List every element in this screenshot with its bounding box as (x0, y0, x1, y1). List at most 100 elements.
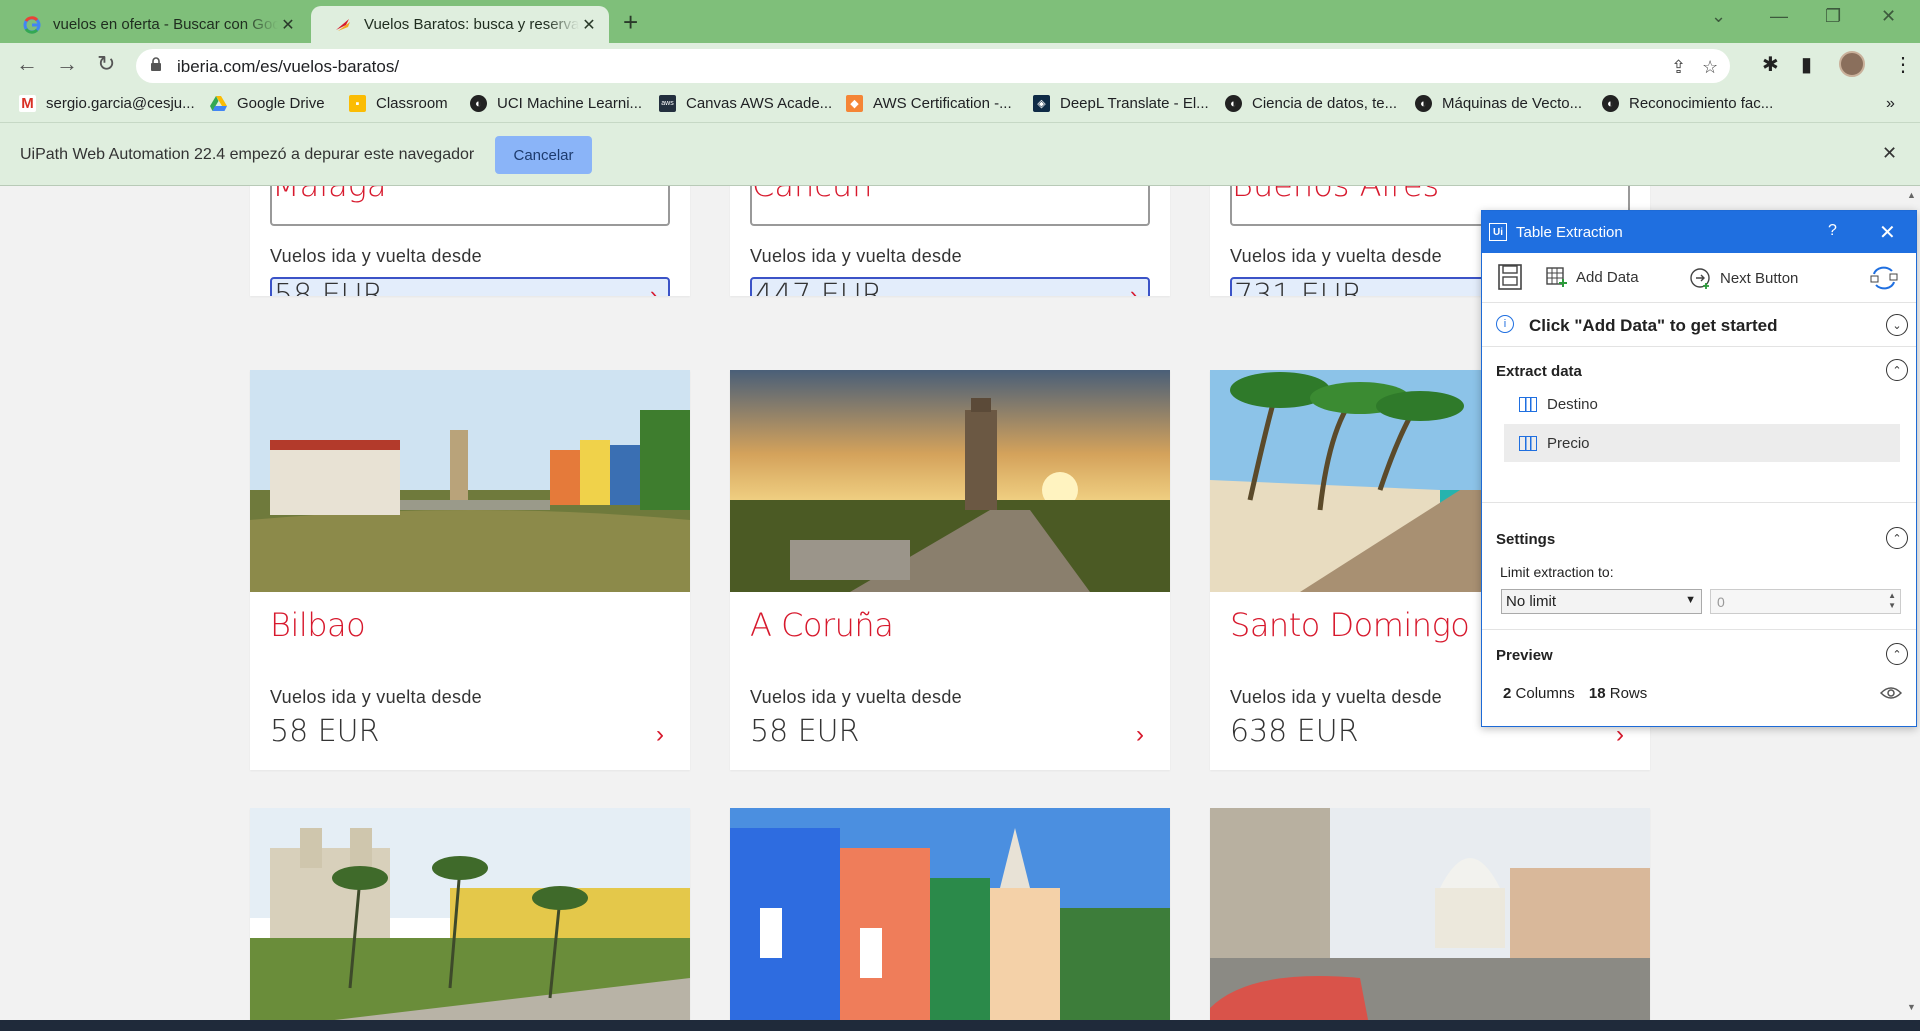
chevron-right-icon[interactable]: › (656, 721, 664, 749)
save-icon[interactable] (1498, 264, 1522, 290)
close-icon[interactable]: ✕ (1882, 143, 1897, 164)
city-name-box: Cancún (750, 186, 1150, 226)
limit-number-input[interactable]: 0 ▲ ▼ (1710, 589, 1901, 614)
price: 58 EUR (750, 714, 860, 749)
scroll-down-icon[interactable]: ▼ (1907, 1002, 1916, 1012)
destination-card[interactable]: Cancún Vuelos ida y vuelta desde 447 EUR… (730, 186, 1170, 296)
chevron-right-icon[interactable]: › (1136, 721, 1144, 749)
destination-card[interactable] (250, 808, 690, 1020)
chevron-right-icon[interactable]: › (1130, 282, 1137, 296)
bookmark-label: Máquinas de Vecto... (1442, 95, 1583, 112)
close-window-icon[interactable]: ✕ (1881, 6, 1896, 27)
back-icon[interactable]: ← (16, 51, 38, 77)
price: 731 EUR (1234, 278, 1363, 296)
panel-toolbar: Add Data Next Button (1482, 253, 1916, 303)
browser-toolbar: ← → ↻ iberia.com/es/vuelos-baratos/ ⇪ ☆ … (0, 43, 1920, 88)
from-label: Vuelos ida y vuelta desde (1230, 687, 1442, 707)
table-extraction-panel: Ui Table Extraction ? ✕ Add Data Next Bu… (1481, 210, 1917, 727)
close-icon[interactable]: ✕ (1879, 220, 1896, 245)
close-icon[interactable]: ✕ (579, 15, 599, 35)
bilbao-image (250, 370, 690, 592)
chevron-right-icon[interactable]: › (650, 282, 657, 296)
city-name: Bilbao (270, 606, 366, 644)
from-label: Vuelos ida y vuelta desde (750, 687, 962, 707)
section-title: Preview (1496, 647, 1553, 664)
column-item-destino[interactable]: Destino (1504, 385, 1900, 423)
chevron-down-icon[interactable]: ⌄ (1886, 314, 1908, 336)
bookmark-gmail[interactable]: M sergio.garcia@cesju... (19, 95, 195, 112)
help-icon[interactable]: ? (1828, 222, 1837, 240)
bookmark-ciencia[interactable]: ◐ Ciencia de datos, te... (1225, 95, 1397, 112)
bookmark-maquinas[interactable]: ◐ Máquinas de Vecto... (1415, 95, 1582, 112)
restore-icon[interactable]: ❐ (1825, 6, 1841, 27)
eye-icon[interactable] (1879, 685, 1903, 706)
close-icon[interactable]: ✕ (278, 15, 298, 35)
menu-icon[interactable]: ⋮ (1893, 52, 1913, 77)
column-item-precio[interactable]: Precio (1504, 424, 1900, 462)
new-tab-icon[interactable]: + (623, 7, 638, 38)
a-coruna-image (730, 370, 1170, 592)
destination-card[interactable]: A Coruña Vuelos ida y vuelta desde 58 EU… (730, 370, 1170, 770)
taskbar (0, 1020, 1920, 1031)
price-box[interactable]: 58 EUR › (270, 277, 670, 296)
address-bar[interactable]: iberia.com/es/vuelos-baratos/ ⇪ ☆ (136, 49, 1730, 83)
tab-title: vuelos en oferta - Buscar con Google (53, 16, 278, 33)
limit-value: No limit (1506, 593, 1557, 610)
cube-icon: ◆ (846, 95, 863, 112)
bookmark-label: Canvas AWS Acade... (686, 95, 833, 112)
colonial-street-image (730, 808, 1170, 1020)
bookmarks-bar: M sergio.garcia@cesju... Google Drive ▪ … (0, 88, 1920, 122)
destination-card[interactable]: Málaga Vuelos ida y vuelta desde 58 EUR … (250, 186, 690, 296)
limit-select[interactable]: No limit ▼ (1501, 589, 1702, 614)
price-box[interactable]: 447 EUR › (750, 277, 1150, 296)
tab-search-icon[interactable]: ⌄ (1711, 6, 1726, 27)
price: 58 EUR (270, 714, 380, 749)
hint-row: i Click "Add Data" to get started ⌄ (1482, 303, 1916, 347)
lima-image (250, 808, 690, 1020)
spinner-icon[interactable]: ▲ ▼ (1888, 591, 1896, 611)
more-bookmarks-icon[interactable]: » (1886, 95, 1895, 113)
columns-label: Columns (1515, 685, 1575, 702)
chevron-up-icon[interactable]: ⌃ (1886, 359, 1908, 381)
avatar[interactable] (1839, 51, 1865, 77)
city-name: Málaga (272, 186, 387, 204)
scroll-up-icon[interactable]: ▲ (1907, 190, 1916, 200)
bookmark-label: AWS Certification -... (873, 95, 1012, 112)
destination-card[interactable] (730, 808, 1170, 1020)
tab-google-search[interactable]: vuelos en oferta - Buscar con Google ✕ (0, 6, 308, 43)
price: 58 EUR (274, 278, 384, 296)
bookmark-aws-cert[interactable]: ◆ AWS Certification -... (846, 95, 1012, 112)
infobar-message: UiPath Web Automation 22.4 empezó a depu… (20, 146, 475, 163)
tab-iberia[interactable]: Vuelos Baratos: busca y reserva billetes… (311, 6, 609, 43)
price: 447 EUR (754, 278, 883, 296)
add-data-label: Add Data (1576, 268, 1639, 286)
bookmark-drive[interactable]: Google Drive (210, 95, 325, 112)
bookmark-uci[interactable]: ◐ UCI Machine Learni... (470, 95, 642, 112)
globe-icon: ◐ (1602, 95, 1619, 112)
add-data-button[interactable]: Add Data (1546, 267, 1639, 287)
section-title: Extract data (1496, 363, 1582, 380)
refresh-icon[interactable] (1870, 265, 1898, 291)
chevron-up-icon[interactable]: ⌃ (1886, 527, 1908, 549)
minimize-icon[interactable]: — (1770, 6, 1788, 27)
destination-card[interactable]: Bilbao Vuelos ida y vuelta desde 58 EUR … (250, 370, 690, 770)
side-panel-icon[interactable]: ▮ (1801, 52, 1812, 77)
bookmark-deepl[interactable]: ◈ DeepL Translate - El... (1033, 95, 1209, 112)
extract-data-section: Extract data ⌃ Destino Precio (1482, 347, 1916, 503)
bookmark-canvas-aws[interactable]: aws Canvas AWS Acade... (659, 95, 832, 112)
share-icon[interactable]: ⇪ (1671, 57, 1686, 78)
bookmark-label: UCI Machine Learni... (497, 95, 643, 112)
chevron-up-icon[interactable]: ⌃ (1886, 643, 1908, 665)
forward-icon[interactable]: → (56, 51, 78, 77)
cancel-button[interactable]: Cancelar (495, 136, 592, 174)
bookmark-classroom[interactable]: ▪ Classroom (349, 95, 448, 112)
from-label: Vuelos ida y vuelta desde (1230, 246, 1442, 266)
reload-icon[interactable]: ↻ (97, 51, 115, 77)
extensions-icon[interactable]: ✱ (1762, 52, 1779, 77)
bookmark-star-icon[interactable]: ☆ (1702, 57, 1718, 78)
destination-card[interactable] (1210, 808, 1650, 1020)
next-button-button[interactable]: Next Button (1690, 267, 1798, 289)
city-name: Santo Domingo (1230, 606, 1470, 644)
bookmark-label: DeepL Translate - El... (1060, 95, 1209, 112)
bookmark-reconocimiento[interactable]: ◐ Reconocimiento fac... (1602, 95, 1773, 112)
